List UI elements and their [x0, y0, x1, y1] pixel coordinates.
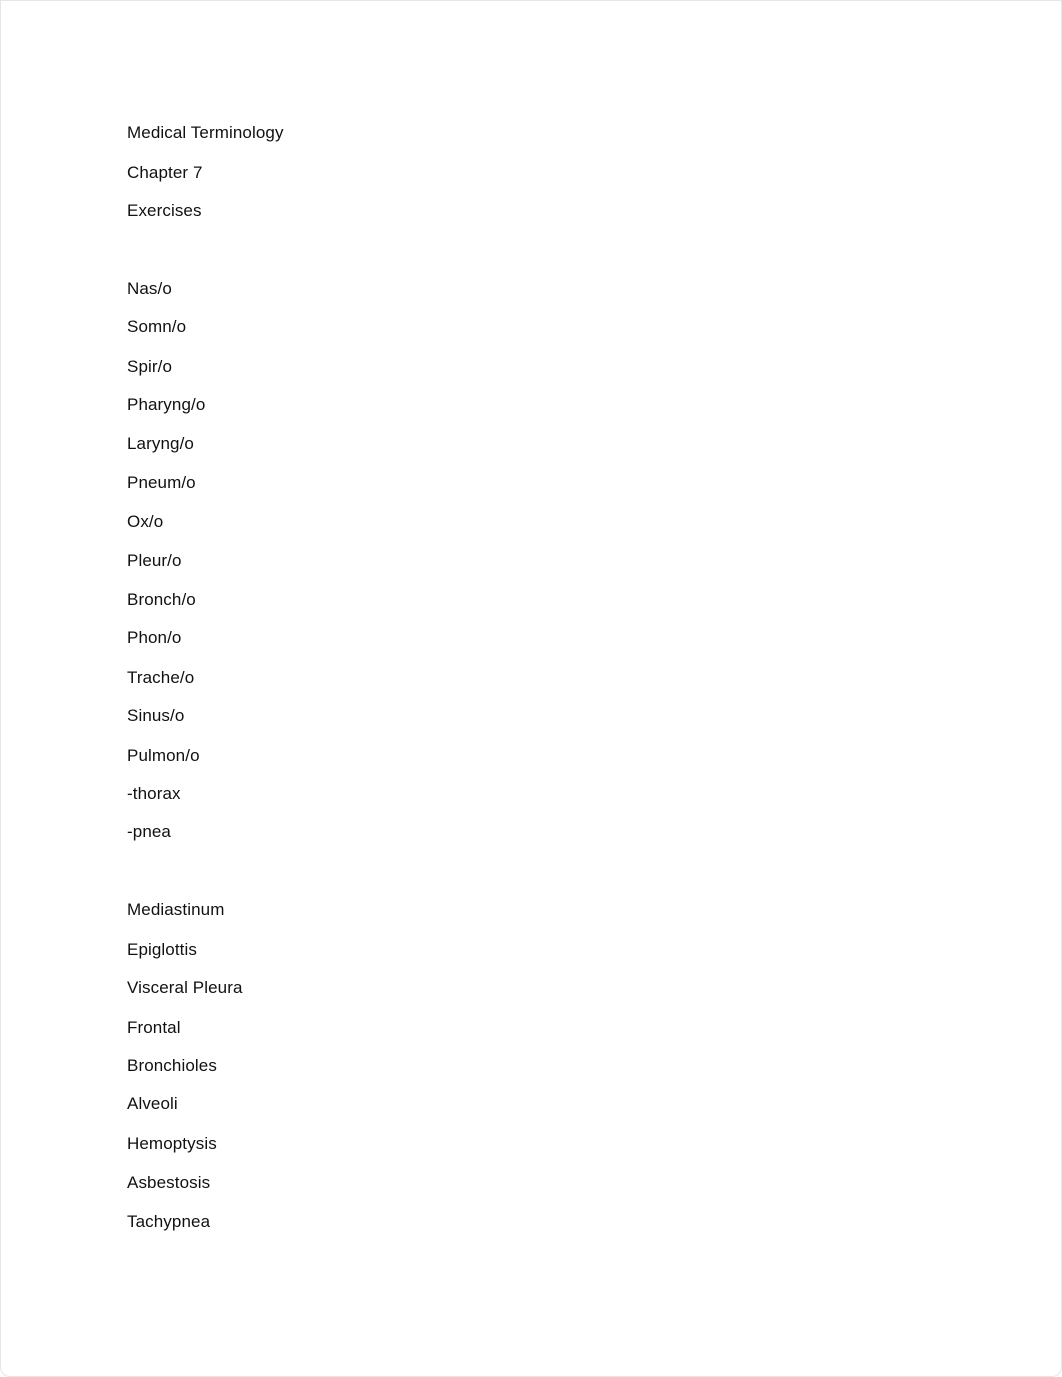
term-item: Asbestosis	[127, 1173, 211, 1192]
document-page: Medical Terminology Chapter 7 Exercises …	[0, 0, 1062, 1377]
word-part-item: -thorax	[127, 784, 181, 803]
word-part-item: Pharyng/o	[127, 395, 206, 414]
word-part-item: Pleur/o	[127, 551, 182, 570]
term-item: Epiglottis	[127, 940, 197, 959]
term-item: Tachypnea	[127, 1212, 211, 1231]
term-item: Frontal	[127, 1018, 181, 1037]
term-item: Visceral Pleura	[127, 978, 243, 997]
word-part-item: Ox/o	[127, 512, 164, 531]
term-item: Alveoli	[127, 1094, 178, 1113]
word-part-item: Trache/o	[127, 668, 195, 687]
word-part-item: Spir/o	[127, 357, 173, 376]
word-part-item: Pulmon/o	[127, 746, 200, 765]
word-part-item: Somn/o	[127, 317, 187, 336]
word-part-item: Sinus/o	[127, 706, 185, 725]
word-part-item: Nas/o	[127, 279, 172, 298]
word-part-item: Pneum/o	[127, 473, 196, 492]
term-item: Hemoptysis	[127, 1134, 217, 1153]
word-part-item: Bronch/o	[127, 590, 196, 609]
document-title: Medical Terminology	[127, 123, 284, 142]
chapter-label: Chapter 7	[127, 163, 203, 182]
section-label: Exercises	[127, 201, 202, 220]
word-part-item: -pnea	[127, 822, 171, 841]
word-part-item: Phon/o	[127, 628, 182, 647]
term-item: Bronchioles	[127, 1056, 217, 1075]
word-part-item: Laryng/o	[127, 434, 194, 453]
term-item: Mediastinum	[127, 900, 225, 919]
